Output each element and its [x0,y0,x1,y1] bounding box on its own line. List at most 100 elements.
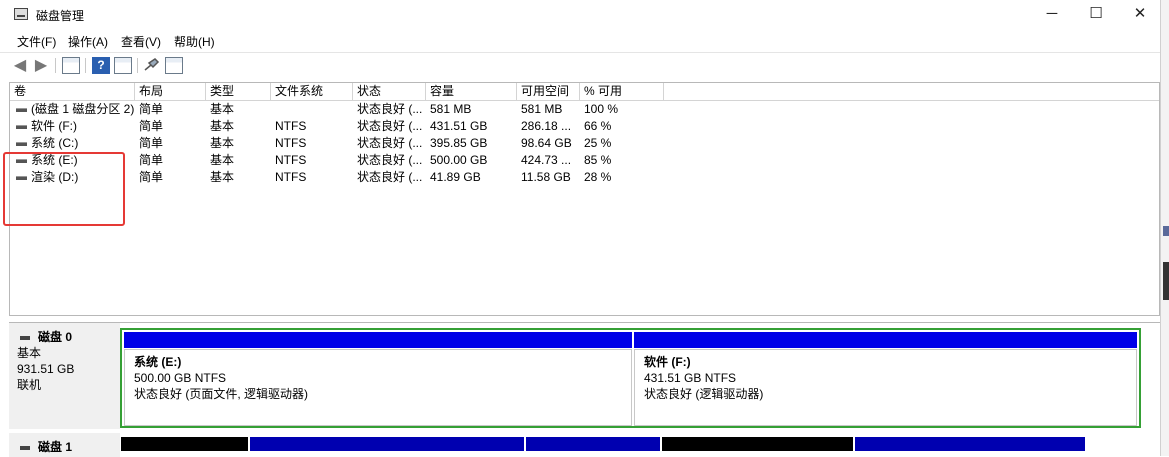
partition-e-status: 状态良好 (页面文件, 逻辑驱动器) [134,387,308,401]
disk0-extended-partition: 系统 (E:) 500.00 GB NTFS 状态良好 (页面文件, 逻辑驱动器… [120,328,1141,428]
column-header-layout[interactable]: 布局 [135,83,206,101]
toolbar-separator [85,58,86,73]
cell-capacity: 581 MB [430,102,472,116]
volume-list: 卷 布局 类型 文件系统 状态 容量 可用空间 % 可用 (磁盘 1 磁盘分区 … [9,82,1160,316]
highlight-annotation-box [3,152,125,226]
cell-filesystem: NTFS [275,136,307,150]
maximize-button[interactable]: ☐ [1074,0,1118,30]
cell-status: 状态良好 (... [357,136,423,150]
column-header-percent-free[interactable]: % 可用 [580,83,664,101]
disk1-title: 磁盘 1 [17,439,120,455]
partition-e-size: 500.00 GB NTFS [134,371,227,385]
cell-layout: 简单 [139,119,164,133]
cell-filesystem: NTFS [275,119,307,133]
table-row[interactable]: 系统 (C:) 简单 基本 NTFS 状态良好 (... 395.85 GB 9… [10,135,1159,152]
disk1-partition-unallocated[interactable] [662,437,853,451]
cell-filesystem [271,101,353,118]
cell-volume: 软件 (F:) [10,118,135,135]
cell-free-space: 11.58 GB [521,170,571,184]
cell-layout: 简单 [139,170,164,184]
volume-name: 软件 (F:) [31,119,77,133]
partition-f-status: 状态良好 (逻辑驱动器) [644,387,764,401]
cell-capacity: 41.89 GB [430,170,481,184]
disk1-partition[interactable] [250,437,524,451]
back-arrow-icon[interactable]: ◀ [11,57,29,74]
cell-percent-free: 25 % [584,136,612,150]
menu-action[interactable]: 操作(A) [68,33,108,50]
partition-f[interactable]: 软件 (F:) 431.51 GB NTFS 状态良好 (逻辑驱动器) [634,332,1137,426]
partition-e[interactable]: 系统 (E:) 500.00 GB NTFS 状态良好 (页面文件, 逻辑驱动器… [124,332,632,426]
volume-icon [16,124,27,129]
cell-capacity: 431.51 GB [430,119,488,133]
disk1-partition[interactable] [855,437,1085,451]
cell-free-space: 424.73 ... [521,153,572,167]
cell-type: 基本 [210,170,235,184]
forward-arrow-icon[interactable]: ▶ [32,57,50,74]
column-header-free-space[interactable]: 可用空间 [517,83,580,101]
menu-view[interactable]: 查看(V) [121,33,161,50]
cell-volume: (磁盘 1 磁盘分区 2) [10,101,135,118]
table-row[interactable]: 系统 (E:) 简单 基本 NTFS 状态良好 (... 500.00 GB 4… [10,152,1159,169]
table-row[interactable]: (磁盘 1 磁盘分区 2) 简单 基本 状态良好 (... 581 MB 581… [10,101,1159,118]
title-bar: 磁盘管理 ─ ☐ ✕ [0,0,1160,30]
edge-mark [1163,262,1169,300]
cell-type: 基本 [210,136,235,150]
column-header-status[interactable]: 状态 [353,83,426,101]
minimize-button[interactable]: ─ [1030,0,1074,30]
cell-status: 状态良好 (... [357,153,423,167]
disk0-type: 基本 [17,346,42,360]
disk1-label[interactable]: 磁盘 1 [9,433,120,457]
cell-layout: 简单 [139,153,164,167]
cell-status: 状态良好 (... [357,119,423,133]
menu-bar: 文件(F) 操作(A) 查看(V) 帮助(H) [0,30,1160,52]
menu-file[interactable]: 文件(F) [17,33,56,50]
partition-f-bar [634,332,1137,348]
table-row[interactable]: 软件 (F:) 简单 基本 NTFS 状态良好 (... 431.51 GB 2… [10,118,1159,135]
cell-percent-free: 100 % [584,102,619,116]
cell-free-space: 286.18 ... [521,119,572,133]
cell-status: 状态良好 (... [357,102,423,116]
disk1-name: 磁盘 1 [38,440,73,454]
cell-free-space: 581 MB [521,102,563,116]
window-edge-strip [1160,0,1169,456]
disk0-name: 磁盘 0 [38,330,73,344]
partition-e-body: 系统 (E:) 500.00 GB NTFS 状态良好 (页面文件, 逻辑驱动器… [124,349,632,426]
column-header-type[interactable]: 类型 [206,83,271,101]
disk-map-area: 磁盘 0 基本 931.51 GB 联机 系统 (E:) 500.00 GB N… [9,322,1160,457]
disk-icon [20,445,30,450]
volume-name: (磁盘 1 磁盘分区 2) [31,102,135,116]
disk-view-icon[interactable] [114,57,132,74]
close-button[interactable]: ✕ [1118,0,1162,30]
volume-list-icon[interactable] [62,57,80,74]
cell-type: 基本 [210,153,235,167]
properties-icon[interactable] [165,57,183,74]
cell-filesystem: NTFS [275,170,307,184]
disk-management-app-icon [14,8,28,20]
disk1-partition[interactable] [526,437,660,451]
edge-mark [1163,226,1169,236]
cell-type: 基本 [210,119,235,133]
connect-icon[interactable] [143,57,161,74]
help-icon[interactable]: ? [92,57,110,74]
partition-e-bar [124,332,632,348]
volume-icon [16,141,27,146]
partition-e-name: 系统 (E:) [134,355,182,369]
table-row[interactable]: 渲染 (D:) 简单 基本 NTFS 状态良好 (... 41.89 GB 11… [10,169,1159,186]
volume-name: 系统 (C:) [31,136,79,150]
cell-free-space: 98.64 GB [521,136,572,150]
toolbar-separator [55,58,56,73]
disk-management-window: 磁盘管理 ─ ☐ ✕ 文件(F) 操作(A) 查看(V) 帮助(H) ◀ ▶ ?… [0,0,1160,457]
disk1-partition-unallocated[interactable] [121,437,248,451]
window-title: 磁盘管理 [36,9,85,23]
column-header-filesystem[interactable]: 文件系统 [271,83,353,101]
menu-help[interactable]: 帮助(H) [174,33,215,50]
column-header-capacity[interactable]: 容量 [426,83,517,101]
cell-percent-free: 85 % [584,153,612,167]
disk0-title: 磁盘 0 [17,329,120,345]
partition-f-size: 431.51 GB NTFS [644,371,737,385]
volume-list-header: 卷 布局 类型 文件系统 状态 容量 可用空间 % 可用 [10,83,1159,101]
column-header-volume[interactable]: 卷 [10,83,135,101]
disk0-label[interactable]: 磁盘 0 基本 931.51 GB 联机 [9,323,120,429]
cell-capacity: 395.85 GB [430,136,488,150]
cell-capacity: 500.00 GB [430,153,488,167]
